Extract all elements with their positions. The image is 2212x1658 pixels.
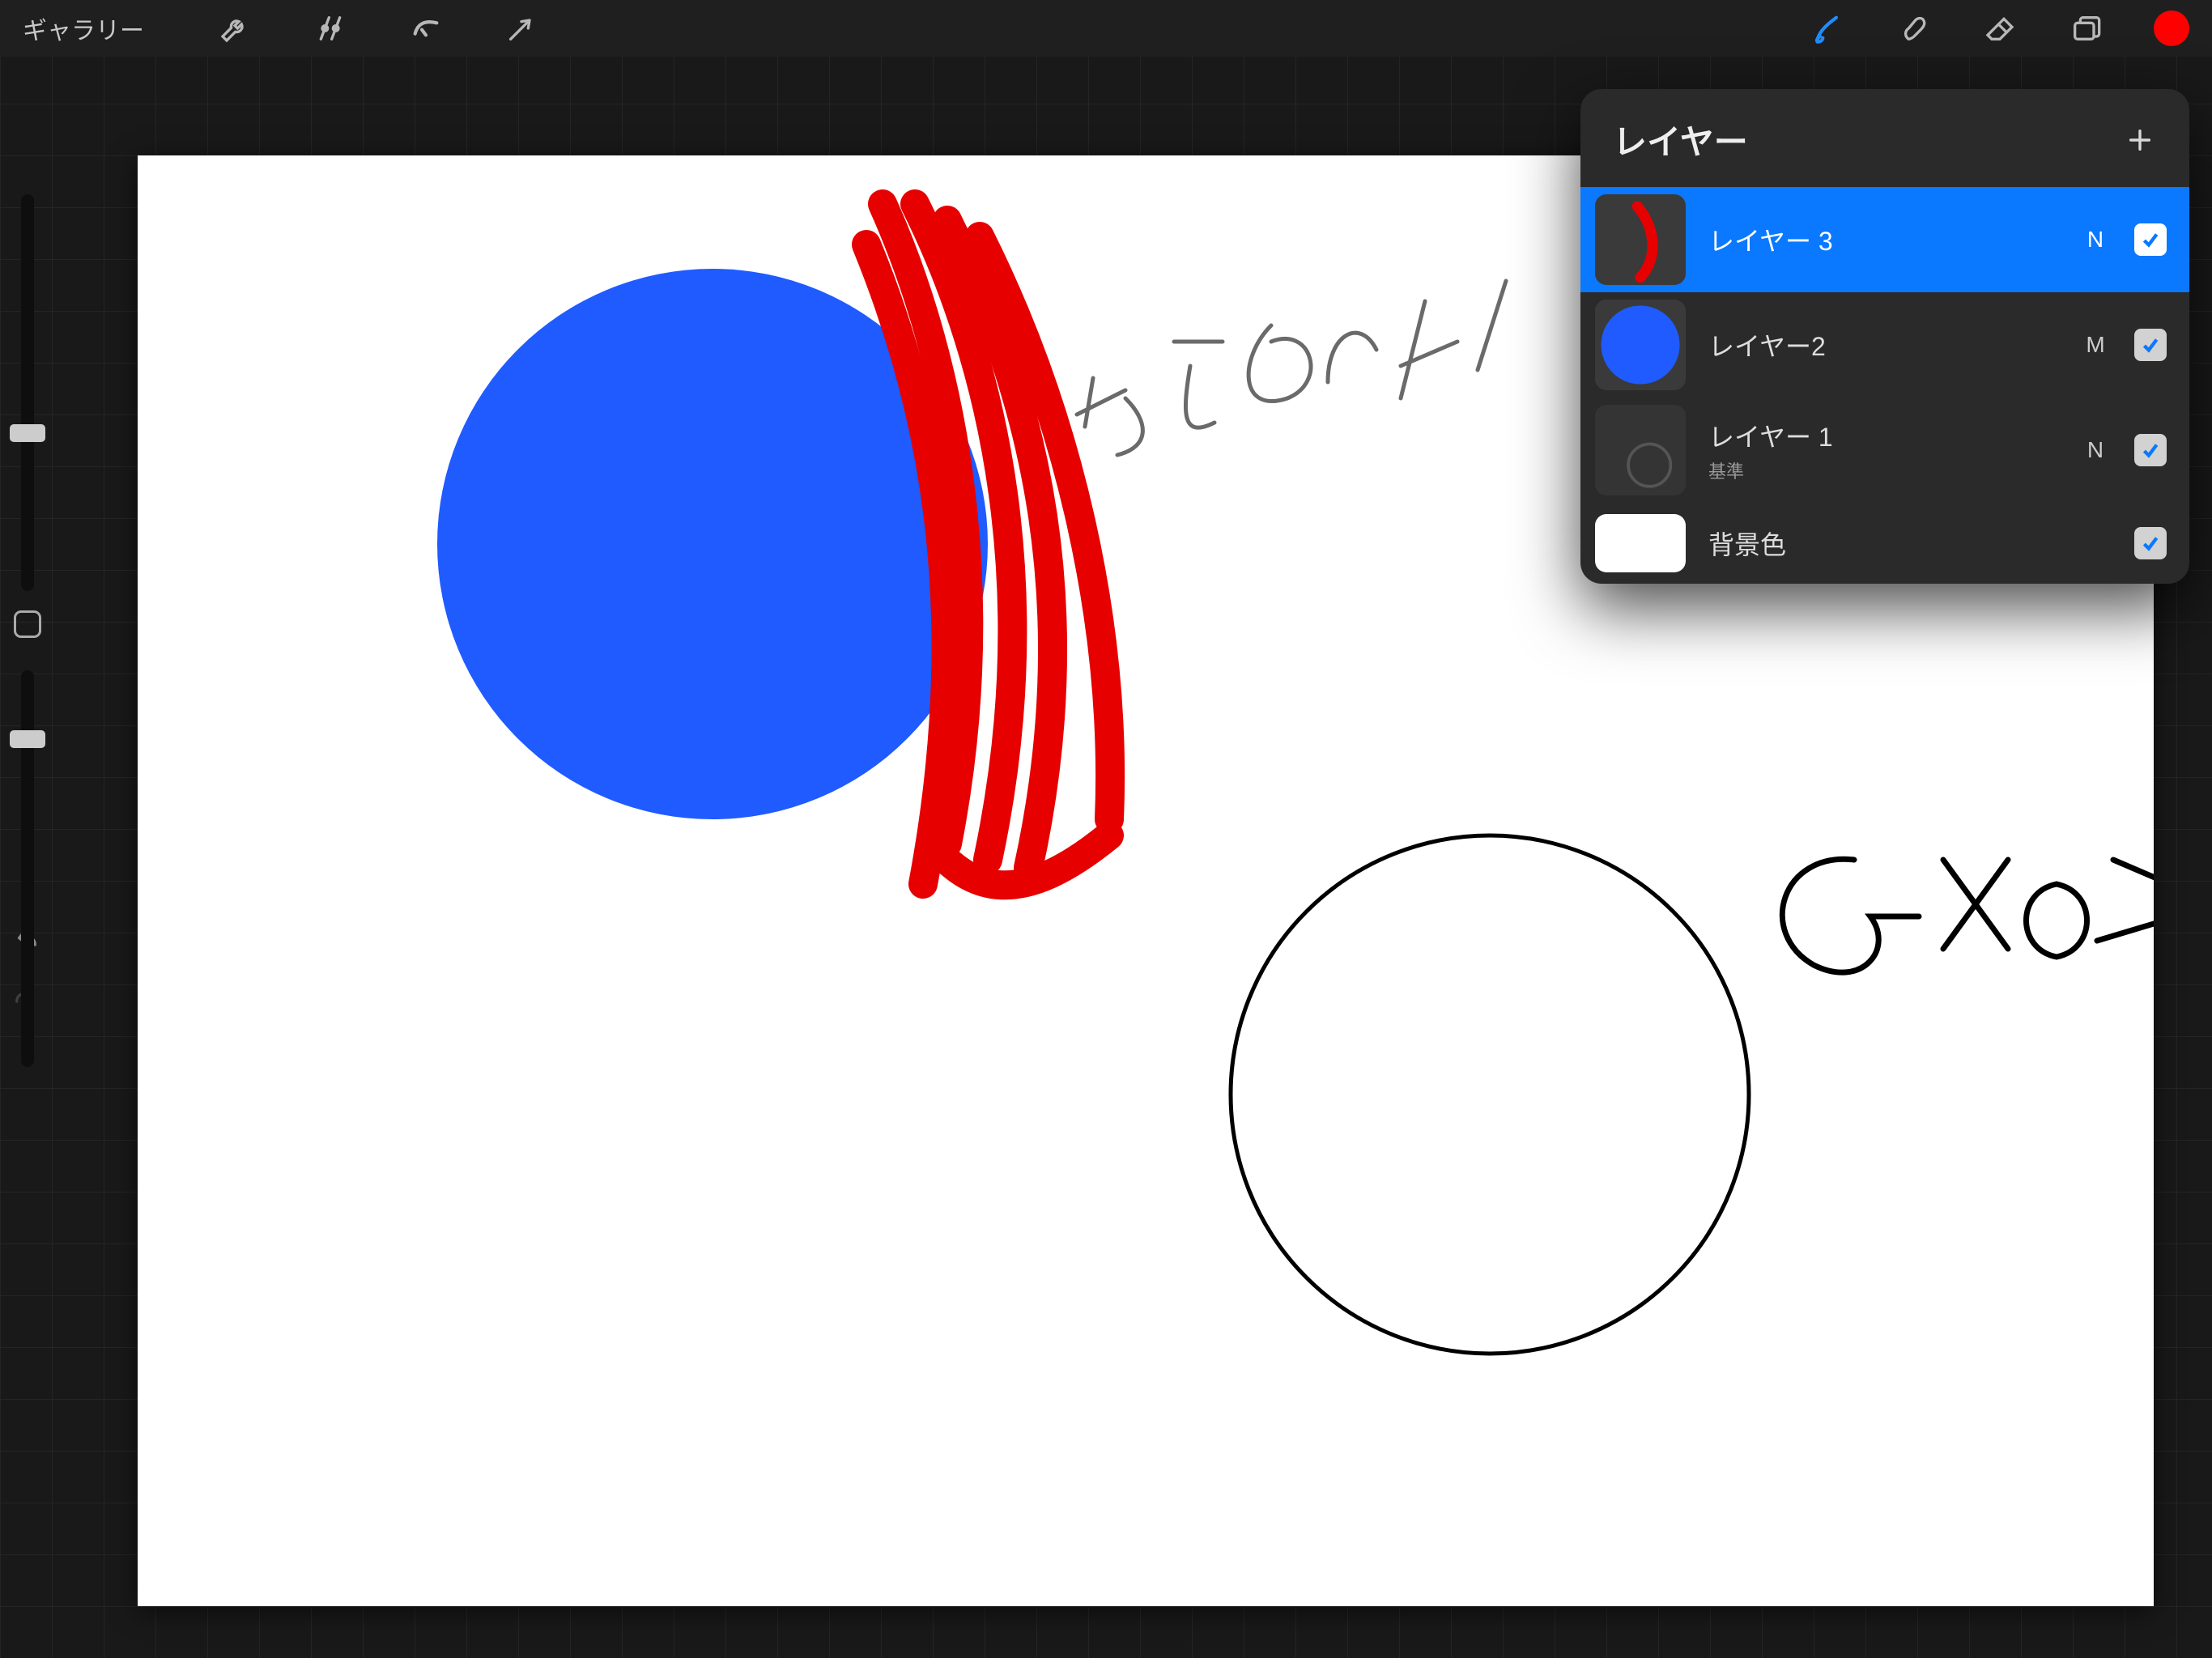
layer-thumb-blue-circle (1595, 300, 1686, 390)
topbar-left: ギャラリー (23, 11, 539, 46)
layer-row[interactable]: レイヤー 3 N (1580, 187, 2189, 292)
color-swatch[interactable] (2154, 11, 2189, 46)
adjustments-icon[interactable] (313, 11, 348, 46)
layer-name-block: 背景色 (1708, 525, 2057, 562)
layer-thumb-red-stroke (1595, 194, 1686, 285)
layer-thumb-faint-circle (1595, 405, 1686, 495)
layer-row-background[interactable]: 背景色 (1580, 503, 2189, 584)
layer-row[interactable]: レイヤー2 M (1580, 292, 2189, 397)
layers-panel: レイヤー レイヤー 3 N レイヤー2 M レイヤー (1580, 89, 2189, 584)
opacity-slider[interactable] (21, 670, 34, 1067)
brush-icon[interactable] (1810, 11, 1846, 46)
wrench-icon[interactable] (217, 11, 253, 46)
brush-size-slider[interactable] (21, 194, 34, 591)
selection-icon[interactable] (408, 11, 444, 46)
blend-mode-letter[interactable]: N (2079, 437, 2112, 463)
visibility-checkbox[interactable] (2134, 527, 2167, 559)
transform-arrow-icon[interactable] (504, 11, 539, 46)
layer-name: レイヤー2 (1708, 326, 2057, 363)
gallery-button[interactable]: ギャラリー (23, 11, 144, 46)
layers-header: レイヤー (1580, 89, 2189, 187)
visibility-checkbox[interactable] (2134, 434, 2167, 466)
topbar-right (1810, 11, 2189, 46)
layer-name-block: レイヤー2 (1708, 326, 2057, 363)
topbar: ギャラリー (0, 0, 2212, 57)
layer-name-block: レイヤー 1 基準 (1708, 417, 2057, 483)
brush-size-thumb[interactable] (10, 424, 45, 442)
layers-icon[interactable] (2068, 11, 2104, 46)
blend-mode-letter[interactable]: N (2079, 227, 2112, 253)
smudge-icon[interactable] (1896, 11, 1932, 46)
left-tool-icons (217, 11, 539, 46)
layer-subtitle: 基準 (1708, 457, 2057, 483)
layer-name: レイヤー 3 (1708, 221, 2057, 258)
add-layer-button[interactable] (2123, 123, 2157, 157)
layer-name: レイヤー 1 (1708, 417, 2057, 454)
layer-name-block: レイヤー 3 (1708, 221, 2057, 258)
layers-title: レイヤー (1613, 115, 1748, 164)
layer-thumb-white (1595, 514, 1686, 572)
side-sliders (6, 194, 49, 1067)
opacity-thumb[interactable] (10, 730, 45, 748)
blend-mode-letter[interactable]: M (2079, 332, 2112, 358)
eraser-icon[interactable] (1982, 11, 2018, 46)
visibility-checkbox[interactable] (2134, 329, 2167, 361)
layer-row[interactable]: レイヤー 1 基準 N (1580, 397, 2189, 503)
eyedropper-button[interactable] (14, 610, 41, 638)
layer-name: 背景色 (1708, 525, 2057, 562)
visibility-checkbox[interactable] (2134, 223, 2167, 256)
